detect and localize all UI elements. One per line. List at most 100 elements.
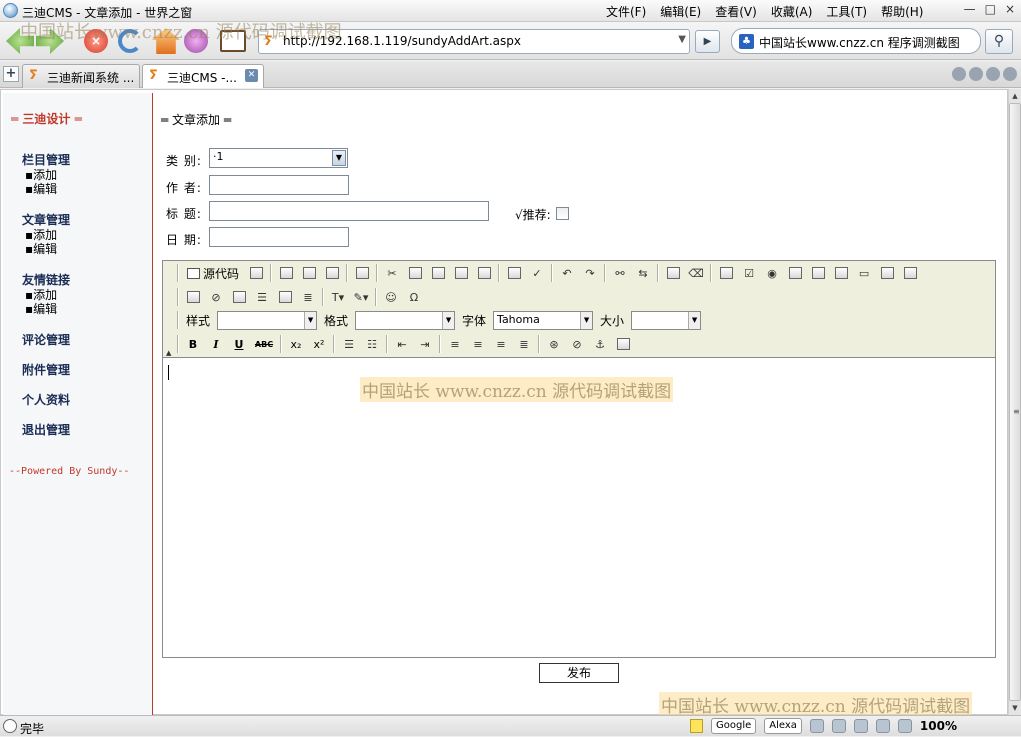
sidebar-item-attachments[interactable]: 附件管理 — [22, 361, 70, 378]
title-input[interactable] — [209, 201, 489, 221]
google-button[interactable]: Google — [711, 718, 757, 734]
smiley-box-icon[interactable] — [276, 288, 294, 306]
spellcheck-icon[interactable]: ✓ — [528, 264, 546, 282]
print-preview-icon[interactable] — [323, 264, 341, 282]
author-input[interactable] — [209, 175, 349, 195]
source-code-button[interactable]: 源代码 — [184, 265, 242, 282]
category-select[interactable]: ·1 ▼ — [209, 148, 348, 168]
minimize-button[interactable]: — — [964, 2, 976, 16]
chevron-down-icon[interactable]: ▼ — [688, 311, 701, 329]
address-dropdown-icon[interactable]: ▼ — [678, 34, 686, 45]
publish-button[interactable]: 发布 — [539, 663, 619, 683]
save-icon[interactable] — [277, 264, 295, 282]
menu-favorites[interactable]: 收藏(A) — [771, 3, 813, 20]
tab-list-icon[interactable] — [952, 67, 966, 81]
unlink-icon[interactable]: ⊘ — [568, 335, 586, 353]
scroll-down-icon[interactable]: ▼ — [1009, 701, 1021, 715]
select-field-icon[interactable] — [832, 264, 850, 282]
date-input[interactable] — [209, 227, 349, 247]
unordered-list-icon[interactable]: ☷ — [363, 335, 381, 353]
paste-icon[interactable] — [429, 264, 447, 282]
alexa-button[interactable]: Alexa — [764, 718, 802, 734]
image-icon[interactable] — [184, 288, 202, 306]
special-char-icon[interactable]: Ω — [405, 288, 423, 306]
chevron-down-icon[interactable]: ▼ — [580, 311, 593, 329]
bold-button[interactable]: B — [184, 338, 202, 351]
collapse-toolbar-icon[interactable]: ▲ — [166, 349, 171, 357]
style-select[interactable]: ▼ — [217, 310, 318, 330]
print-icon[interactable] — [505, 264, 523, 282]
sidebar-item-columns-edit[interactable]: ▪编辑 — [25, 180, 57, 197]
strike-button[interactable]: ABC — [253, 340, 275, 349]
close-window-button[interactable]: × — [1005, 2, 1015, 16]
download-icon[interactable] — [853, 719, 868, 733]
tab-news-system[interactable]: ⵢ 三迪新闻系统 ... — [22, 64, 140, 88]
ie-mode-icon[interactable] — [897, 719, 912, 733]
size-select[interactable]: ▼ — [631, 310, 702, 330]
page-scrollbar[interactable]: ▲ ≡ ▼ — [1008, 89, 1021, 715]
new-tab-button[interactable]: + — [3, 66, 19, 82]
search-button[interactable]: ⚲ — [985, 29, 1013, 54]
table-icon[interactable] — [230, 288, 248, 306]
scroll-thumb[interactable]: ≡ — [1009, 103, 1021, 701]
new-page-icon[interactable] — [300, 264, 318, 282]
image-button-icon[interactable] — [878, 264, 896, 282]
paste-text-icon[interactable] — [452, 264, 470, 282]
search-box[interactable]: ♣ 中国站长www.cnzz.cn 程序调测截图 — [731, 28, 981, 54]
radio-icon[interactable]: ◉ — [763, 264, 781, 282]
remove-format-icon[interactable]: ⌫ — [687, 264, 705, 282]
align-right-icon[interactable]: ≡ — [492, 335, 510, 353]
form-icon[interactable] — [717, 264, 735, 282]
chevron-down-icon[interactable]: ▼ — [332, 150, 346, 166]
tab-next-icon[interactable] — [986, 67, 1000, 81]
sidebar-item-articles-edit[interactable]: ▪编辑 — [25, 240, 57, 257]
align-justify-icon[interactable]: ≣ — [515, 335, 533, 353]
tab-cms-active[interactable]: ⵢ 三迪CMS -... ✕ — [142, 64, 264, 88]
sound-icon[interactable] — [875, 719, 890, 733]
sidebar-item-comments[interactable]: 评论管理 — [22, 331, 70, 348]
replace-icon[interactable]: ⇆ — [634, 264, 652, 282]
superscript-button[interactable]: x² — [310, 338, 328, 351]
italic-button[interactable]: I — [207, 338, 225, 351]
maximize-button[interactable]: □ — [985, 2, 996, 16]
find-icon[interactable]: ⚯ — [611, 264, 629, 282]
button-field-icon[interactable]: ▭ — [855, 264, 873, 282]
hidden-field-icon[interactable] — [901, 264, 919, 282]
copy-icon[interactable] — [406, 264, 424, 282]
chevron-down-icon[interactable]: ▼ — [442, 311, 455, 329]
fullscreen-icon[interactable] — [614, 335, 632, 353]
select-all-icon[interactable] — [664, 264, 682, 282]
flash-icon[interactable]: ⊘ — [207, 288, 225, 306]
tab-close-all-icon[interactable] — [1003, 67, 1017, 81]
indent-icon[interactable]: ⇥ — [416, 335, 434, 353]
sidebar-item-profile[interactable]: 个人资料 — [22, 391, 70, 408]
sidebar-item-logout[interactable]: 退出管理 — [22, 421, 70, 438]
templates-icon[interactable] — [353, 264, 371, 282]
anchor-icon[interactable]: ⚓ — [591, 335, 609, 353]
checkbox-icon[interactable]: ☑ — [740, 264, 758, 282]
undo-icon[interactable]: ↶ — [558, 264, 576, 282]
tab-prev-icon[interactable] — [969, 67, 983, 81]
page-break-icon[interactable]: ≣ — [299, 288, 317, 306]
notes-icon[interactable] — [690, 719, 703, 733]
textarea-icon[interactable] — [809, 264, 827, 282]
editor-content-area[interactable] — [163, 359, 995, 657]
menu-edit[interactable]: 编辑(E) — [660, 3, 701, 20]
menu-file[interactable]: 文件(F) — [606, 3, 646, 20]
outdent-icon[interactable]: ⇤ — [393, 335, 411, 353]
menu-help[interactable]: 帮助(H) — [881, 3, 923, 20]
scroll-up-icon[interactable]: ▲ — [1009, 89, 1021, 103]
menu-view[interactable]: 查看(V) — [715, 3, 757, 20]
bg-color-icon[interactable]: ✎▾ — [352, 288, 370, 306]
email-icon[interactable] — [831, 719, 846, 733]
search-input[interactable]: 中国站长www.cnzz.cn 程序调测截图 — [759, 34, 960, 51]
recommend-checkbox[interactable] — [556, 207, 569, 220]
cut-icon[interactable]: ✂ — [383, 264, 401, 282]
text-color-icon[interactable]: T▾ — [329, 288, 347, 306]
align-center-icon[interactable]: ≡ — [469, 335, 487, 353]
format-select[interactable]: ▼ — [355, 310, 456, 330]
textfield-icon[interactable] — [786, 264, 804, 282]
window-icon[interactable] — [809, 719, 824, 733]
redo-icon[interactable]: ↷ — [581, 264, 599, 282]
tab-close-icon[interactable]: ✕ — [245, 69, 258, 82]
